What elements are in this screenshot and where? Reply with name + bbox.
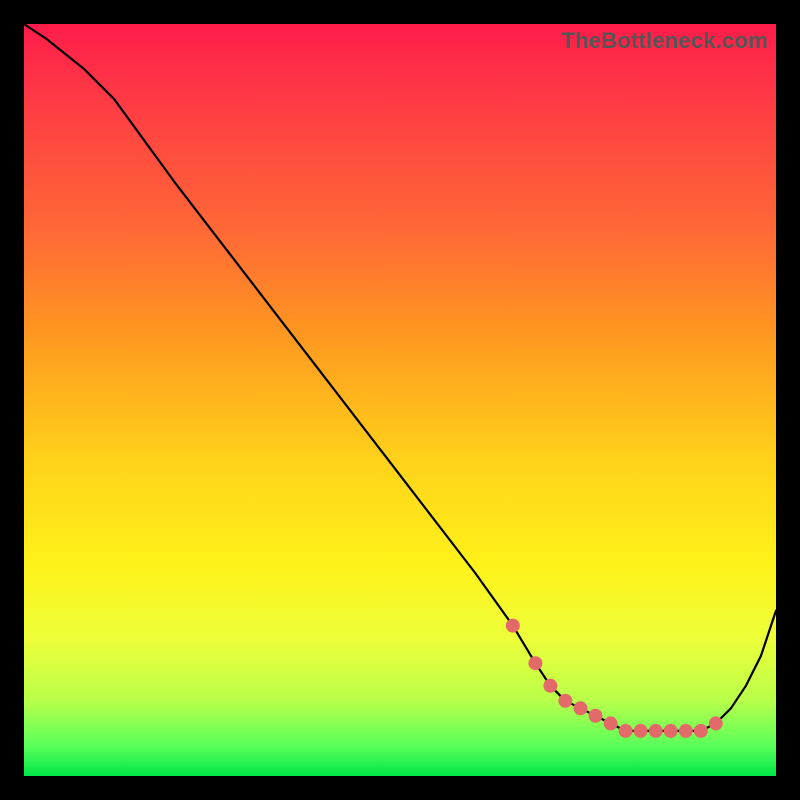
marker-dot bbox=[574, 701, 588, 715]
marker-dot bbox=[634, 724, 648, 738]
marker-dot bbox=[604, 716, 618, 730]
marker-dot bbox=[709, 716, 723, 730]
marker-dot bbox=[558, 694, 572, 708]
marker-dot bbox=[589, 709, 603, 723]
marker-dot bbox=[528, 656, 542, 670]
marker-dot bbox=[506, 619, 520, 633]
marker-dots bbox=[506, 619, 723, 738]
curve-line bbox=[24, 24, 776, 731]
marker-dot bbox=[649, 724, 663, 738]
marker-dot bbox=[543, 679, 557, 693]
chart-plot-area: TheBottleneck.com bbox=[24, 24, 776, 776]
chart-overlay-svg bbox=[24, 24, 776, 776]
marker-dot bbox=[664, 724, 678, 738]
marker-dot bbox=[619, 724, 633, 738]
marker-dot bbox=[694, 724, 708, 738]
marker-dot bbox=[679, 724, 693, 738]
chart-stage: TheBottleneck.com bbox=[0, 0, 800, 800]
